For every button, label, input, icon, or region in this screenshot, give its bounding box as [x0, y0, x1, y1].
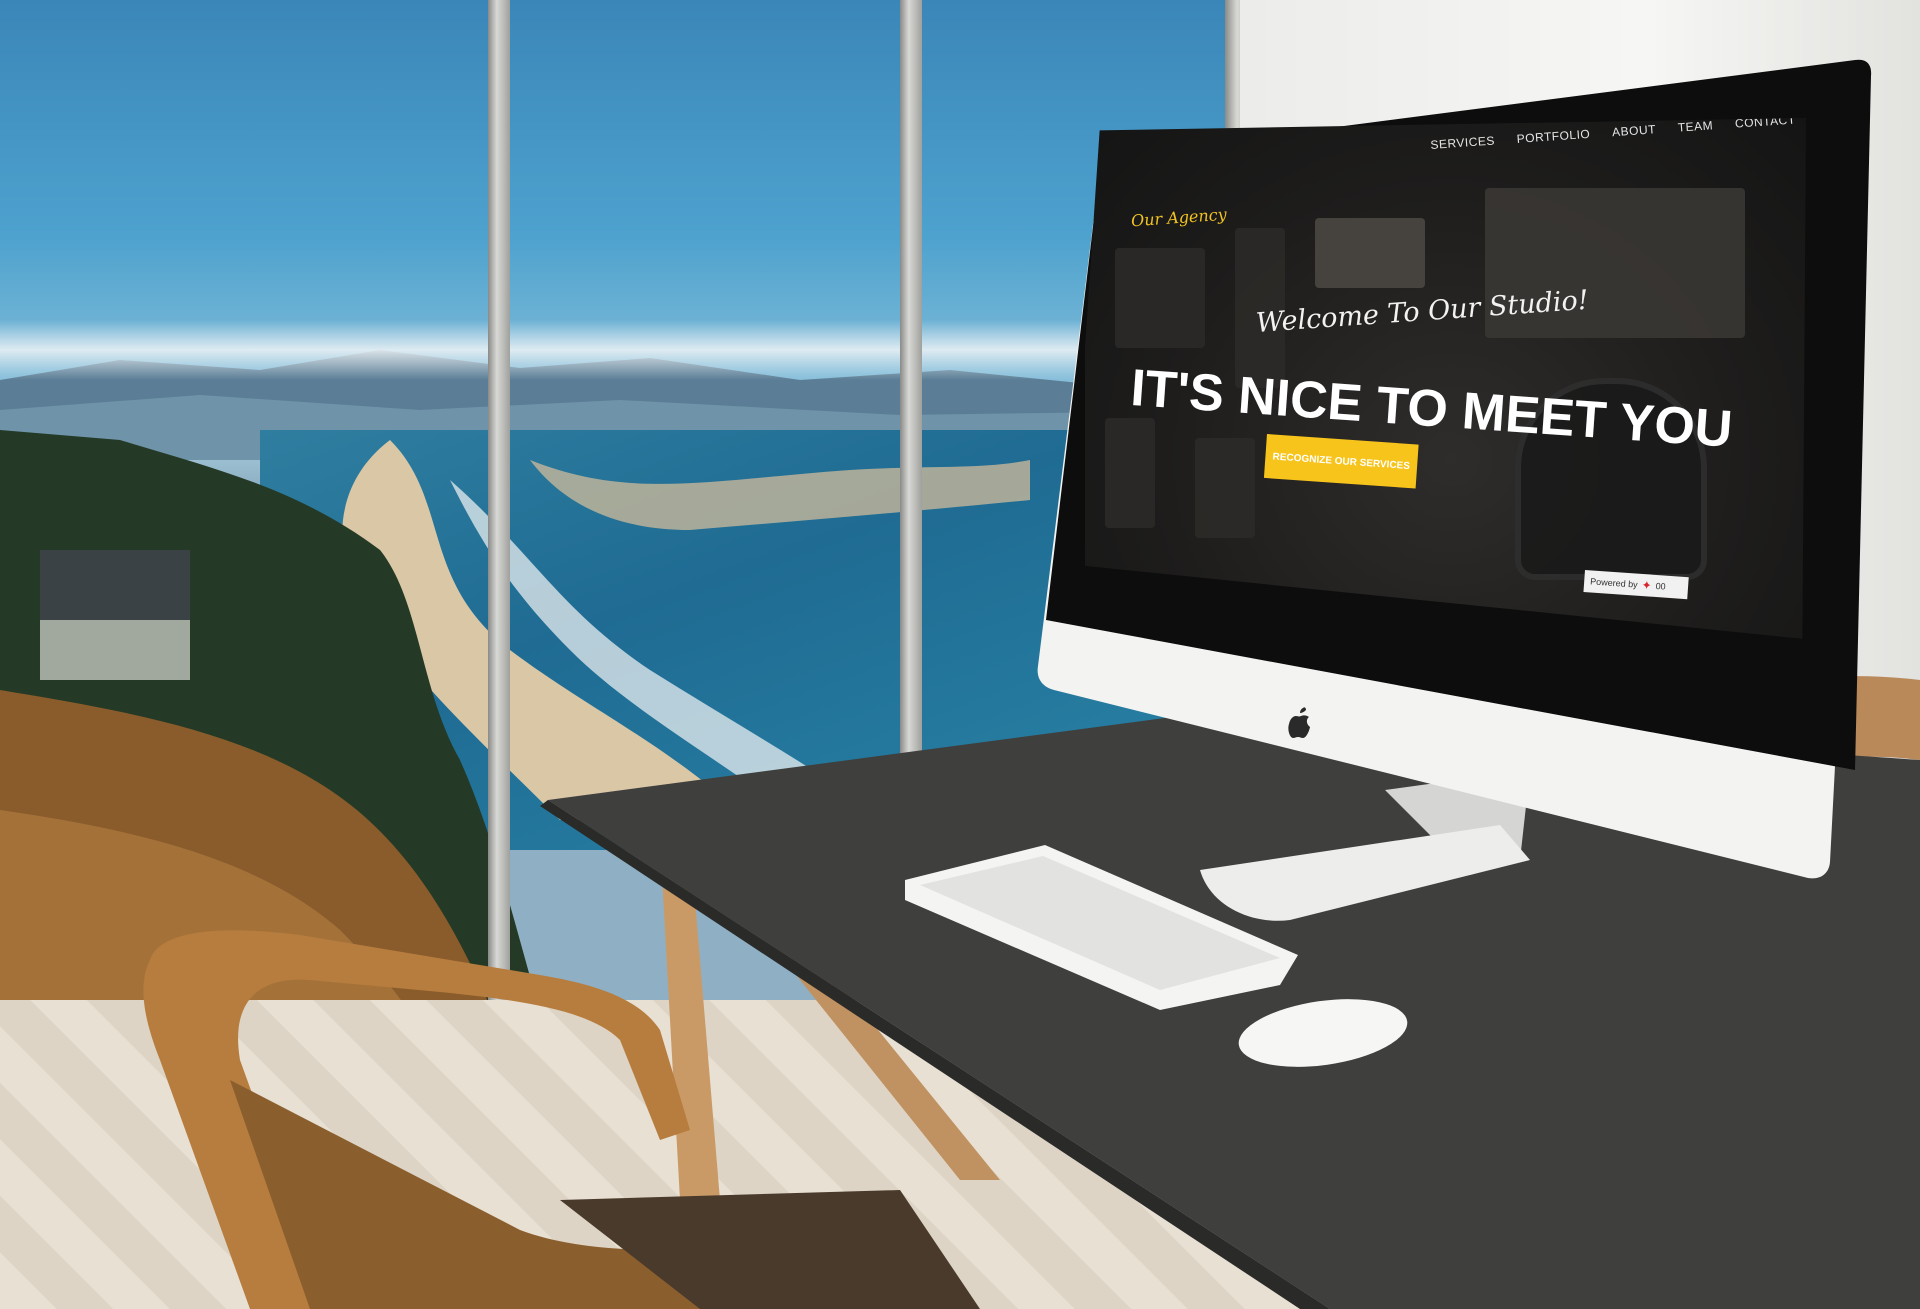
brand-logo[interactable]: Our Agency [1130, 205, 1227, 231]
powered-by-suffix: 00 [1655, 580, 1666, 592]
nav-contact[interactable]: CONTACT [1735, 118, 1796, 131]
case-image [1195, 438, 1255, 538]
nav-services[interactable]: SERVICES [1430, 134, 1495, 152]
apple-logo-icon [1288, 707, 1310, 738]
powered-by-logo-icon: ✦ [1641, 578, 1653, 593]
nav-portfolio[interactable]: PORTFOLIO [1516, 127, 1590, 146]
bowtie-image [1315, 218, 1425, 288]
wallet-image [1115, 248, 1205, 348]
nav-about[interactable]: ABOUT [1612, 122, 1657, 139]
recognize-services-button[interactable]: RECOGNIZE OUR SERVICES [1263, 434, 1419, 489]
nav-team[interactable]: TEAM [1677, 118, 1713, 134]
phone-image [1105, 418, 1155, 528]
office-scene: Our Agency SERVICES PORTFOLIO ABOUT TEAM… [0, 0, 1920, 1309]
powered-by-label: Powered by [1589, 576, 1638, 590]
